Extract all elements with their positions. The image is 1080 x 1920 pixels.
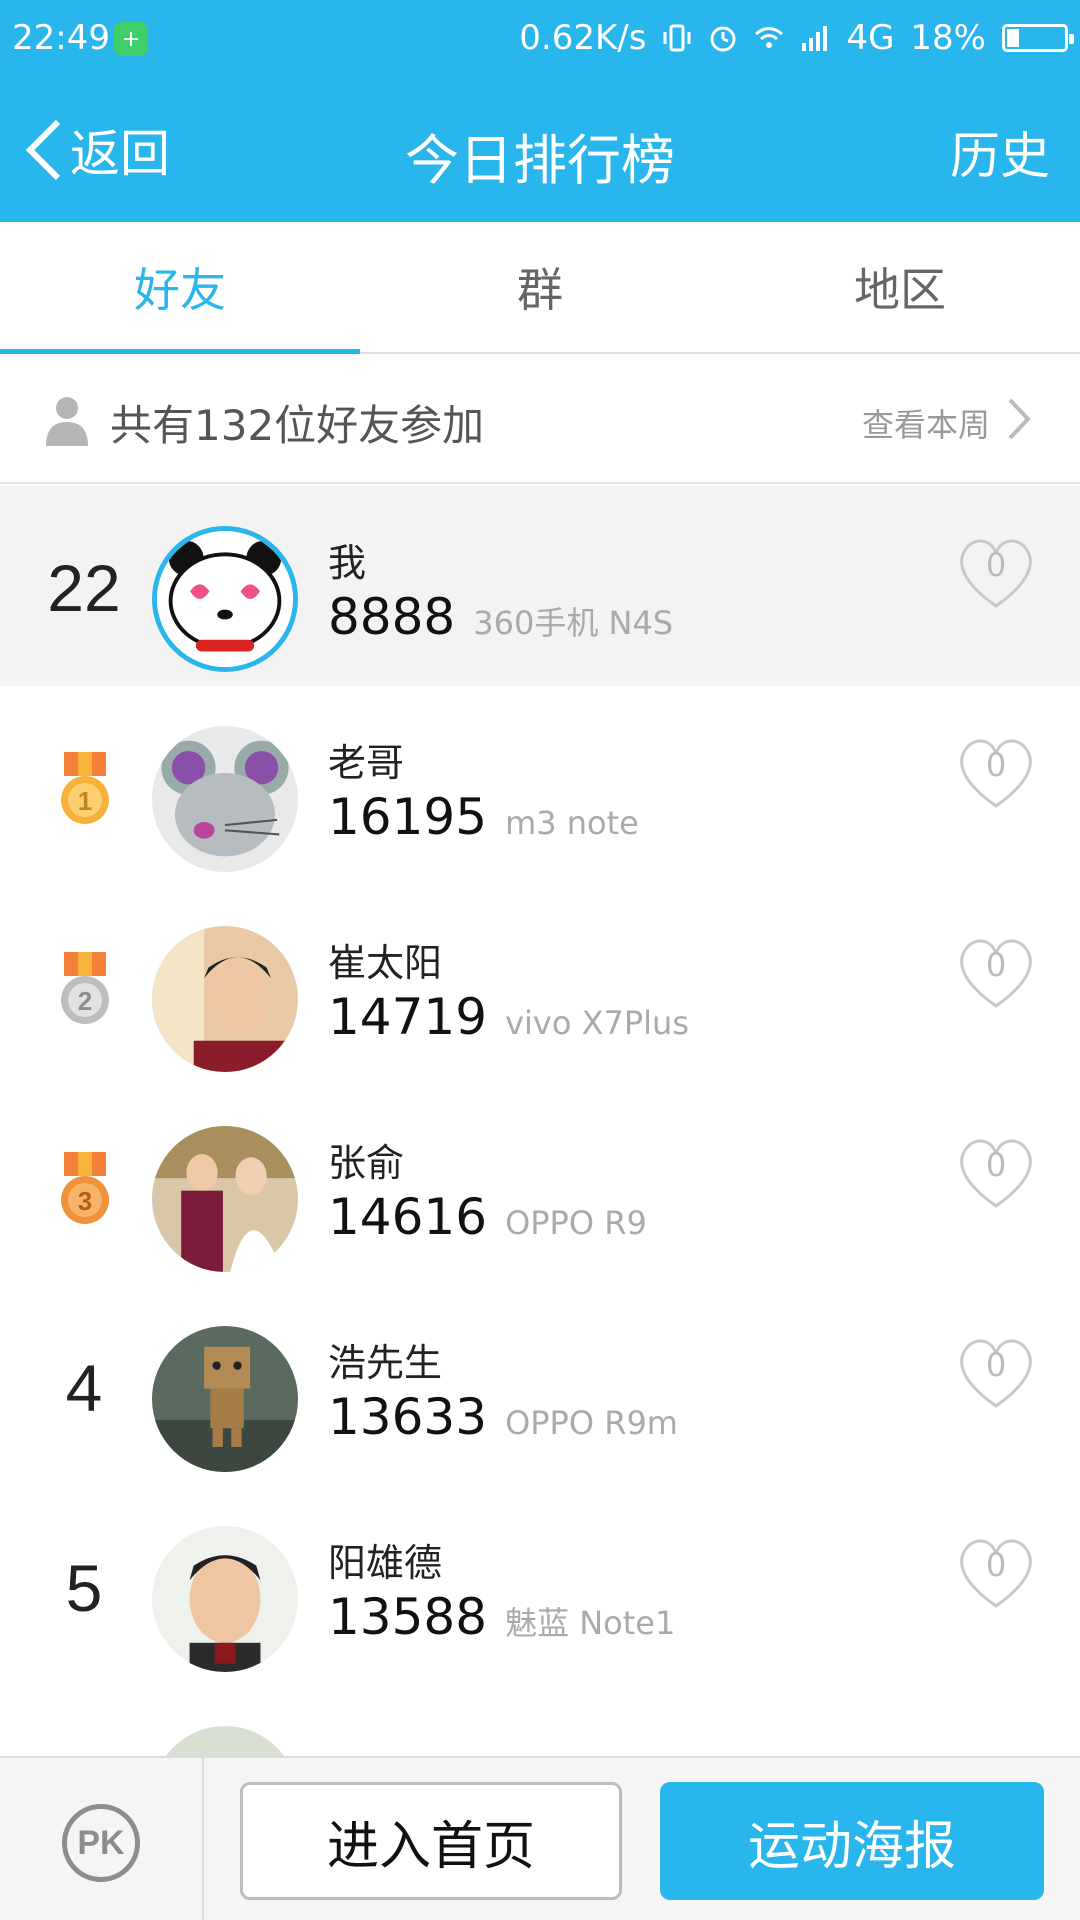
device-name: vivo X7Plus <box>505 1004 689 1042</box>
bronze-medal-icon: 3 <box>61 1152 109 1224</box>
list-item[interactable]: 4 浩先生 13633 OPPO R9m 0 <box>0 1286 1080 1486</box>
view-week-link[interactable]: 查看本周 <box>862 400 990 446</box>
device-name: OPPO R9 <box>505 1204 647 1242</box>
title-bar: 返回 今日排行榜 历史 <box>0 78 1080 222</box>
like-count: 0 <box>985 946 1007 984</box>
pk-button[interactable]: PK <box>62 1804 140 1882</box>
status-time: 22:49 <box>12 18 110 58</box>
svg-text:2: 2 <box>78 986 92 1016</box>
like-count: 0 <box>985 1346 1007 1384</box>
step-count: 16195 m3 note <box>328 788 639 846</box>
device-name: 360手机 N4S <box>473 604 674 642</box>
user-name: 崔太阳 <box>328 941 443 985</box>
silver-medal-icon: 2 <box>61 952 109 1024</box>
tab-bar: 好友 群 地区 <box>0 222 1080 354</box>
step-count: 14616 OPPO R9 <box>328 1188 647 1246</box>
network-type: 4G <box>846 18 895 58</box>
device-name: OPPO R9m <box>505 1404 678 1442</box>
user-name: 张俞 <box>328 1141 405 1185</box>
like-count: 0 <box>985 546 1007 584</box>
go-home-button[interactable]: 进入首页 <box>240 1782 622 1900</box>
device-name: 魅蓝 Note1 <box>505 1604 676 1642</box>
participants-text: 共有132位好友参加 <box>110 401 485 450</box>
alarm-icon <box>710 26 736 52</box>
status-indicators: 0.62K/s 4G 18% <box>519 18 1074 58</box>
user-name: 浩先生 <box>328 1341 443 1385</box>
step-count: 13588 魅蓝 Note1 <box>328 1588 675 1646</box>
signal-icon <box>802 26 828 51</box>
list-item[interactable]: 2 崔太阳 14719 vivo X7Plus 0 <box>0 886 1080 1086</box>
wifi-icon <box>755 27 784 48</box>
step-value: 13633 <box>328 1388 488 1446</box>
rank-number: 4 <box>65 1351 103 1425</box>
rank-number: 5 <box>65 1551 103 1625</box>
sport-poster-button[interactable]: 运动海报 <box>660 1782 1044 1900</box>
danbo-avatar <box>152 1326 298 1472</box>
step-value: 14719 <box>328 988 488 1046</box>
tab-friends[interactable]: 好友 <box>0 222 360 354</box>
net-speed: 0.62K/s <box>519 18 647 58</box>
list-item[interactable]: 3 张俞 14616 OPPO R9 0 <box>0 1086 1080 1286</box>
panda-avatar <box>152 526 298 672</box>
tab-region[interactable]: 地区 <box>720 222 1080 352</box>
step-value: 16195 <box>328 788 488 846</box>
person-icon <box>46 397 88 446</box>
gold-medal-icon: 1 <box>61 752 109 824</box>
page-title: 今日排行榜 <box>405 129 675 192</box>
list-item-me[interactable]: 22 我 8888 360手机 N4S 0 <box>0 486 1080 686</box>
step-value: 13588 <box>328 1588 488 1646</box>
list-item[interactable] <box>0 1686 1080 1756</box>
rank-number: 22 <box>47 551 121 625</box>
user-name: 老哥 <box>328 741 405 785</box>
participants-summary: 共有132位好友参加 查看本周 <box>0 354 1080 484</box>
user-name: 我 <box>328 541 367 585</box>
step-count: 8888 360手机 N4S <box>328 588 673 646</box>
step-value: 8888 <box>328 588 456 646</box>
bottom-action-bar: PK 进入首页 运动海报 <box>0 1756 1080 1920</box>
photo-avatar <box>152 1726 298 1756</box>
user-name: 阳雄德 <box>328 1541 443 1585</box>
status-bar: 22:49 + 0.62K/s 4G 18% <box>0 0 1080 78</box>
list-item[interactable]: 1 老哥 16195 m3 note 0 <box>0 686 1080 886</box>
step-count: 13633 OPPO R9m <box>328 1388 678 1446</box>
ranking-list: 22 我 8888 360手机 N4S 0 1 老哥 16195 m3 note… <box>0 486 1080 1756</box>
like-count: 0 <box>985 746 1007 784</box>
device-name: m3 note <box>505 804 639 842</box>
like-count: 0 <box>985 1546 1007 1584</box>
photo-avatar <box>152 1526 298 1672</box>
security-shield-icon: + <box>114 22 148 56</box>
step-value: 14616 <box>328 1188 488 1246</box>
history-button[interactable]: 历史 <box>950 116 1050 188</box>
wedding-avatar <box>152 1126 298 1272</box>
vibrate-icon <box>663 24 691 52</box>
tab-groups[interactable]: 群 <box>360 222 720 352</box>
chevron-right-icon[interactable] <box>1004 394 1034 444</box>
step-count: 14719 vivo X7Plus <box>328 988 689 1046</box>
battery-percent: 18% <box>910 18 986 58</box>
list-item[interactable]: 5 阳雄德 13588 魅蓝 Note1 0 <box>0 1486 1080 1686</box>
divider <box>202 1758 204 1920</box>
battery-icon <box>1002 24 1074 52</box>
mouse-avatar <box>152 726 298 872</box>
svg-text:1: 1 <box>78 786 92 816</box>
svg-text:3: 3 <box>78 1186 92 1216</box>
photo-avatar <box>152 926 298 1072</box>
like-count: 0 <box>985 1146 1007 1184</box>
